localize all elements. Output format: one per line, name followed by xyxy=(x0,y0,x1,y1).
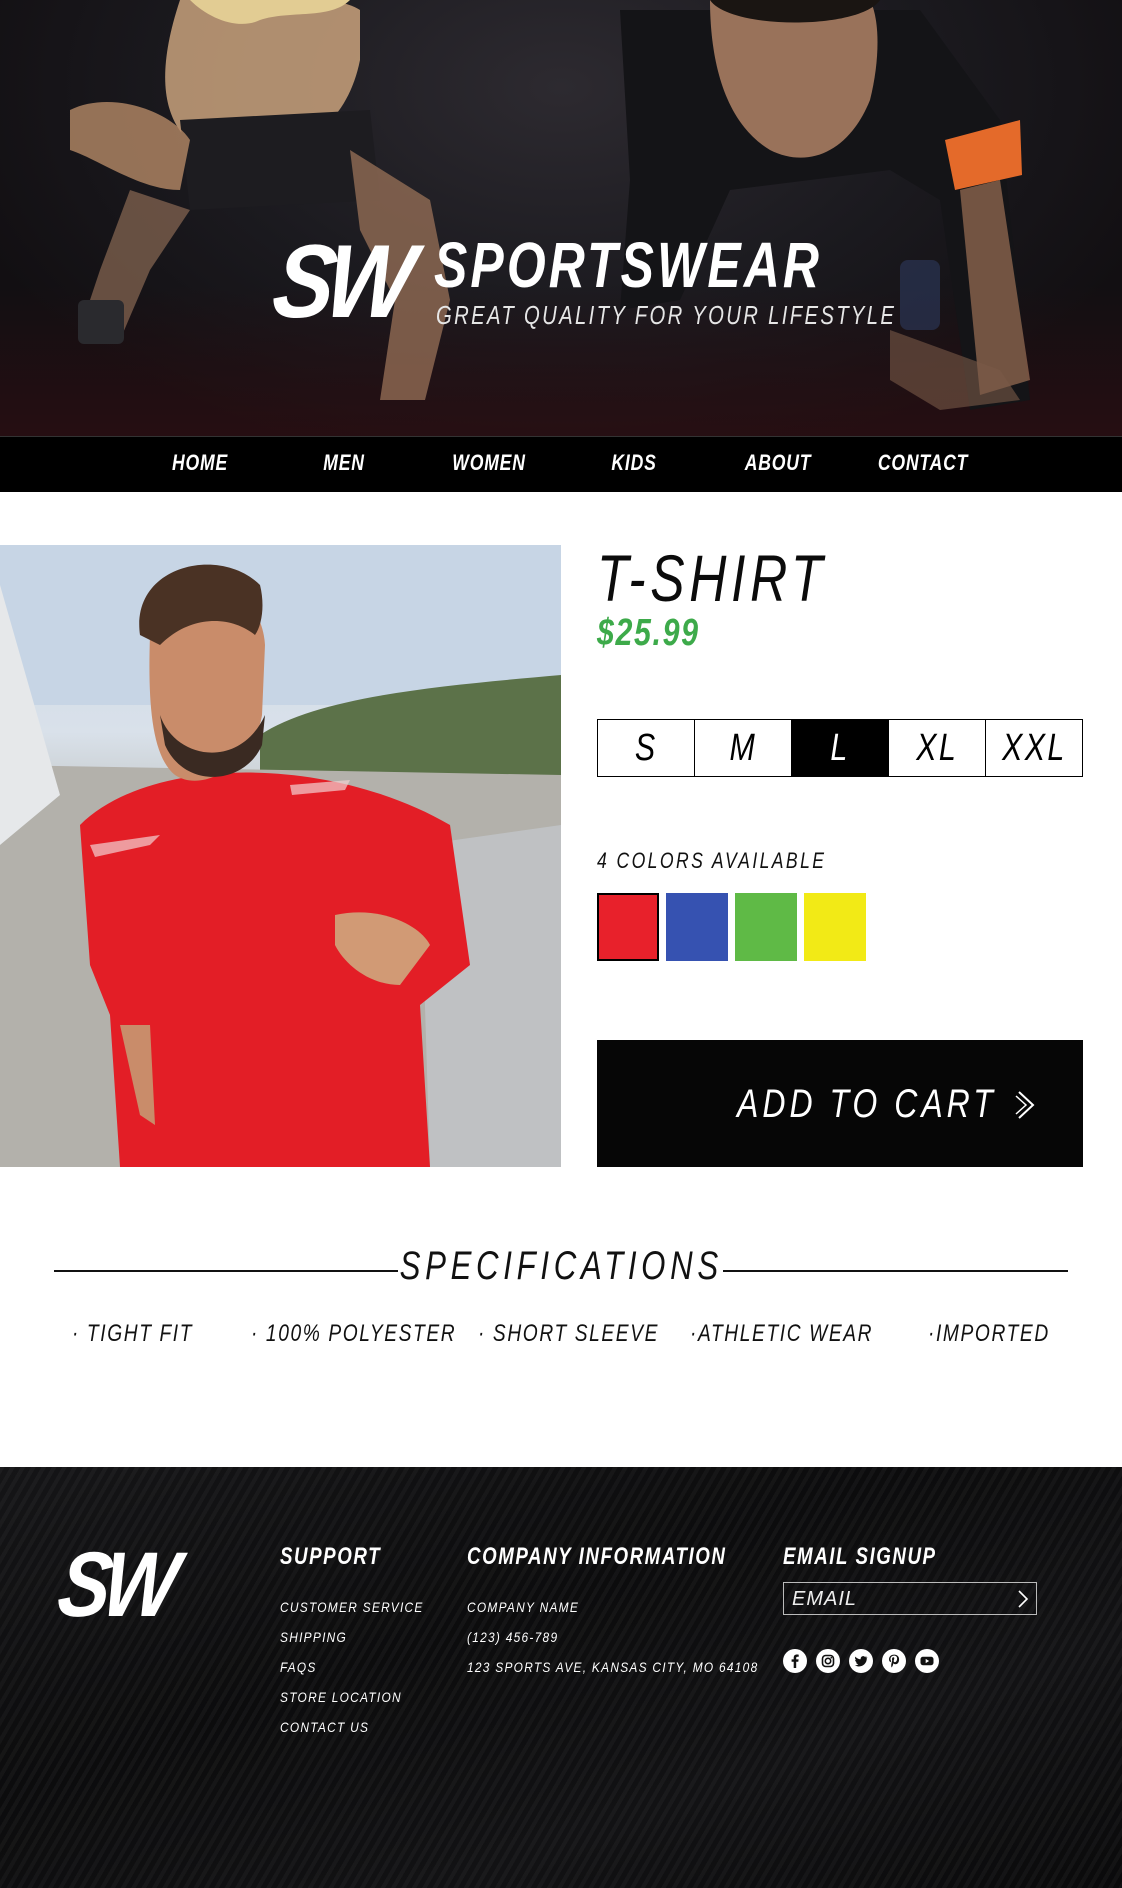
youtube-icon[interactable] xyxy=(915,1649,939,1673)
footer-logo: SW xyxy=(52,1534,178,1636)
nav-home[interactable]: HOME xyxy=(172,450,228,476)
size-label: XXL xyxy=(1001,726,1067,769)
hero-banner: SW SPORTSWEAR GREAT QUALITY FOR YOUR LIF… xyxy=(0,0,1122,436)
nav-men[interactable]: MEN xyxy=(323,450,365,476)
size-option-xxl[interactable]: XXL xyxy=(986,720,1082,776)
twitter-icon[interactable] xyxy=(849,1649,873,1673)
company-address: 123 SPORTS AVE, KANSAS CITY, MO 64108 xyxy=(467,1659,759,1675)
product-title: T-SHIRT xyxy=(597,541,828,615)
hero-logo: SW SPORTSWEAR GREAT QUALITY FOR YOUR LIF… xyxy=(267,222,894,340)
spec-item: · 100% POLYESTER xyxy=(251,1320,457,1347)
footer-link-shipping[interactable]: SHIPPING xyxy=(280,1629,347,1645)
nav-women[interactable]: WOMEN xyxy=(452,450,525,476)
runner-photo xyxy=(0,545,561,1167)
chevron-right-icon xyxy=(1015,1091,1035,1119)
size-label: S xyxy=(634,726,658,769)
colors-available-label: 4 COLORS AVAILABLE xyxy=(597,848,827,873)
female-athlete-image xyxy=(70,0,450,400)
chevron-right-icon[interactable] xyxy=(1016,1589,1030,1609)
color-swatch-blue[interactable] xyxy=(666,893,728,961)
main-navigation: HOME MEN WOMEN KIDS ABOUT CONTACT xyxy=(0,436,1122,492)
nav-about[interactable]: ABOUT xyxy=(745,450,812,476)
color-swatch-yellow[interactable] xyxy=(804,893,866,961)
specifications-heading: SPECIFICATIONS xyxy=(399,1244,723,1288)
email-signup-form xyxy=(783,1582,1037,1615)
company-info-heading: COMPANY INFORMATION xyxy=(467,1543,727,1570)
size-option-m[interactable]: M xyxy=(695,720,792,776)
color-swatch-green[interactable] xyxy=(735,893,797,961)
footer-link-contact-us[interactable]: CONTACT US xyxy=(280,1719,369,1735)
support-heading: SUPPORT xyxy=(280,1543,382,1570)
spec-item: ·ATHLETIC WEAR xyxy=(690,1320,874,1347)
size-option-l[interactable]: L xyxy=(792,720,889,776)
male-athlete-image xyxy=(620,0,1030,410)
email-signup-heading: EMAIL SIGNUP xyxy=(783,1543,937,1570)
company-name: COMPANY NAME xyxy=(467,1599,580,1615)
site-footer: SW SUPPORT CUSTOMER SERVICE SHIPPING FAQ… xyxy=(0,1467,1122,1888)
sw-logo-mark: SW xyxy=(266,224,413,340)
footer-link-store-location[interactable]: STORE LOCATION xyxy=(280,1689,402,1705)
spec-item: ·IMPORTED xyxy=(928,1320,1050,1347)
color-swatches xyxy=(597,893,866,961)
nav-contact[interactable]: CONTACT xyxy=(878,450,968,476)
brand-name: SPORTSWEAR xyxy=(434,229,823,301)
product-image xyxy=(0,545,561,1167)
company-phone: (123) 456-789 xyxy=(467,1629,559,1645)
product-price: $25.99 xyxy=(597,612,700,654)
size-option-s[interactable]: S xyxy=(598,720,695,776)
instagram-icon[interactable] xyxy=(816,1649,840,1673)
size-label: XL xyxy=(915,726,958,769)
spec-item: · SHORT SLEEVE xyxy=(478,1320,660,1347)
footer-link-customer-service[interactable]: CUSTOMER SERVICE xyxy=(280,1599,424,1615)
size-label: M xyxy=(729,726,757,769)
add-to-cart-button[interactable]: ADD TO CART xyxy=(597,1040,1083,1167)
add-to-cart-label: ADD TO CART xyxy=(737,1082,997,1126)
size-selector: S M L XL XXL xyxy=(597,719,1083,777)
size-label: L xyxy=(830,726,850,769)
pinterest-icon[interactable] xyxy=(882,1649,906,1673)
facebook-icon[interactable] xyxy=(783,1649,807,1673)
footer-link-faqs[interactable]: FAQS xyxy=(280,1659,317,1675)
email-input[interactable] xyxy=(790,1586,994,1612)
nav-kids[interactable]: KIDS xyxy=(611,450,656,476)
spec-item: · TIGHT FIT xyxy=(72,1320,194,1347)
brand-tagline: GREAT QUALITY FOR YOUR LIFESTYLE xyxy=(436,300,897,330)
size-option-xl[interactable]: XL xyxy=(889,720,986,776)
color-swatch-red[interactable] xyxy=(597,893,659,961)
